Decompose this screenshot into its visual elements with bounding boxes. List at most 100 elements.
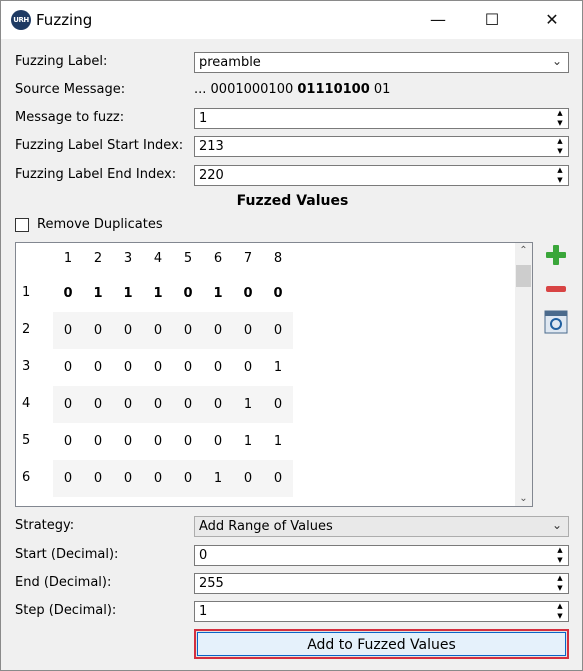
table-cell[interactable]: 0 <box>83 349 113 386</box>
table-scrollbar[interactable]: ⌃ ⌄ <box>515 243 532 506</box>
table-cell[interactable]: 0 <box>143 312 173 349</box>
table-cell[interactable]: 1 <box>233 386 263 423</box>
repeat-icon[interactable] <box>544 310 568 334</box>
table-cell[interactable]: 0 <box>233 349 263 386</box>
message-to-fuzz-spinbox[interactable]: 1 ▲ ▼ <box>194 108 569 129</box>
table-cell[interactable]: 0 <box>53 460 83 497</box>
column-header[interactable]: 2 <box>83 251 113 266</box>
table-cell[interactable]: 0 <box>203 423 233 460</box>
end-decimal-spinbox[interactable]: 255 ▲ ▼ <box>194 573 569 594</box>
table-cell[interactable]: 0 <box>173 386 203 423</box>
table-cell[interactable]: 0 <box>53 312 83 349</box>
table-cell[interactable]: 1 <box>263 497 293 506</box>
spin-down-icon[interactable]: ▼ <box>553 584 567 593</box>
end-index-spinbox[interactable]: 220 ▲ ▼ <box>194 165 569 186</box>
column-header[interactable]: 8 <box>263 251 293 266</box>
close-icon[interactable]: ✕ <box>529 1 575 39</box>
table-cell[interactable]: 0 <box>143 386 173 423</box>
table-cell[interactable]: 1 <box>113 275 143 312</box>
table-cell[interactable]: 1 <box>143 275 173 312</box>
spin-down-icon[interactable]: ▼ <box>553 556 567 565</box>
strategy-select[interactable]: Add Range of Values ⌄ <box>194 516 569 537</box>
table-cell[interactable]: 0 <box>203 386 233 423</box>
table-cell[interactable]: 0 <box>53 386 83 423</box>
spin-up-icon[interactable]: ▲ <box>553 574 567 583</box>
remove-icon[interactable] <box>544 277 568 301</box>
row-header[interactable]: 2 <box>22 322 30 337</box>
table-cell[interactable]: 0 <box>113 423 143 460</box>
table-cell[interactable]: 0 <box>113 386 143 423</box>
fuzzed-values-table[interactable]: ⌃ ⌄ 123456781011101002000000003000000014… <box>15 242 533 507</box>
add-to-fuzzed-values-button[interactable]: Add to Fuzzed Values <box>194 629 569 659</box>
table-cell[interactable]: 0 <box>263 460 293 497</box>
scroll-down-icon[interactable]: ⌄ <box>515 493 532 504</box>
table-cell[interactable]: 0 <box>143 423 173 460</box>
table-cell[interactable]: 0 <box>173 460 203 497</box>
table-cell[interactable]: 0 <box>173 423 203 460</box>
row-header[interactable]: 4 <box>22 396 30 411</box>
spin-up-icon[interactable]: ▲ <box>553 137 567 146</box>
spin-up-icon[interactable]: ▲ <box>553 602 567 611</box>
table-cell[interactable]: 0 <box>263 312 293 349</box>
minimize-icon[interactable]: — <box>415 1 461 39</box>
table-cell[interactable]: 0 <box>53 349 83 386</box>
table-cell[interactable]: 0 <box>53 497 83 506</box>
table-cell[interactable]: 1 <box>203 497 233 506</box>
spin-down-icon[interactable]: ▼ <box>553 176 567 185</box>
row-header[interactable]: 6 <box>22 470 30 485</box>
table-cell[interactable]: 0 <box>53 423 83 460</box>
table-cell[interactable]: 0 <box>173 349 203 386</box>
column-header[interactable]: 1 <box>53 251 83 266</box>
column-header[interactable]: 7 <box>233 251 263 266</box>
column-header[interactable]: 3 <box>113 251 143 266</box>
fuzzing-label-select[interactable]: preamble ⌄ <box>194 52 569 73</box>
table-cell[interactable]: 1 <box>233 423 263 460</box>
table-cell[interactable]: 0 <box>143 460 173 497</box>
table-cell[interactable]: 0 <box>83 460 113 497</box>
table-cell[interactable]: 0 <box>143 497 173 506</box>
spin-down-icon[interactable]: ▼ <box>553 119 567 128</box>
scroll-up-icon[interactable]: ⌃ <box>515 245 532 256</box>
column-header[interactable]: 5 <box>173 251 203 266</box>
column-header[interactable]: 4 <box>143 251 173 266</box>
table-cell[interactable]: 0 <box>203 312 233 349</box>
table-cell[interactable]: 0 <box>203 349 233 386</box>
table-cell[interactable]: 1 <box>263 349 293 386</box>
table-cell[interactable]: 0 <box>173 497 203 506</box>
add-icon[interactable] <box>544 243 568 267</box>
table-cell[interactable]: 0 <box>173 312 203 349</box>
table-cell[interactable]: 0 <box>83 423 113 460</box>
table-cell[interactable]: 0 <box>233 275 263 312</box>
step-decimal-spinbox[interactable]: 1 ▲ ▼ <box>194 601 569 622</box>
spin-down-icon[interactable]: ▼ <box>553 612 567 621</box>
start-index-spinbox[interactable]: 213 ▲ ▼ <box>194 136 569 157</box>
remove-duplicates-checkbox[interactable] <box>15 218 29 232</box>
spin-down-icon[interactable]: ▼ <box>553 147 567 156</box>
table-cell[interactable]: 0 <box>113 497 143 506</box>
table-cell[interactable]: 1 <box>203 460 233 497</box>
table-cell[interactable]: 0 <box>233 312 263 349</box>
spin-up-icon[interactable]: ▲ <box>553 546 567 555</box>
table-cell[interactable]: 0 <box>53 275 83 312</box>
table-cell[interactable]: 0 <box>233 460 263 497</box>
start-decimal-spinbox[interactable]: 0 ▲ ▼ <box>194 545 569 566</box>
table-cell[interactable]: 0 <box>113 312 143 349</box>
table-cell[interactable]: 0 <box>83 497 113 506</box>
maximize-icon[interactable]: ☐ <box>469 1 515 39</box>
row-header[interactable]: 3 <box>22 359 30 374</box>
table-cell[interactable]: 0 <box>83 386 113 423</box>
table-cell[interactable]: 0 <box>113 460 143 497</box>
table-cell[interactable]: 1 <box>203 275 233 312</box>
row-header[interactable]: 5 <box>22 433 30 448</box>
column-header[interactable]: 6 <box>203 251 233 266</box>
table-cell[interactable]: 0 <box>143 349 173 386</box>
table-cell[interactable]: 0 <box>113 349 143 386</box>
table-cell[interactable]: 0 <box>83 312 113 349</box>
table-cell[interactable]: 0 <box>173 275 203 312</box>
remove-duplicates-label[interactable]: Remove Duplicates <box>37 217 163 232</box>
table-cell[interactable]: 0 <box>263 386 293 423</box>
spin-up-icon[interactable]: ▲ <box>553 166 567 175</box>
scrollbar-thumb[interactable] <box>516 265 531 287</box>
table-cell[interactable]: 0 <box>263 275 293 312</box>
table-cell[interactable]: 0 <box>233 497 263 506</box>
